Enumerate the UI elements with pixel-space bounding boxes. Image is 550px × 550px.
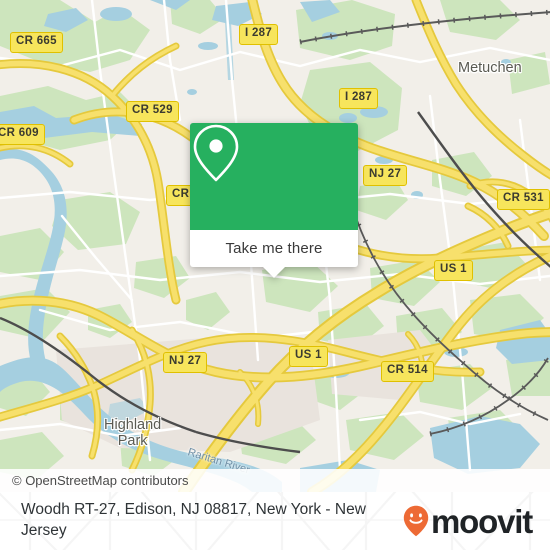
road-shield-nj27-b: NJ 27 — [163, 352, 208, 373]
road-shield-i287-a: I 287 — [239, 24, 279, 45]
road-shield-us1-b: US 1 — [289, 346, 328, 367]
road-shield-i287-b: I 287 — [339, 88, 379, 109]
moovit-location-card: CR 665 I 287 CR 529 I 287 CR 609 CR 8 NJ… — [0, 0, 550, 550]
map-canvas[interactable]: CR 665 I 287 CR 529 I 287 CR 609 CR 8 NJ… — [0, 0, 550, 492]
place-label-metuchen: Metuchen — [458, 60, 522, 76]
popup-tail-arrow — [263, 267, 285, 278]
take-me-there-button[interactable]: Take me there — [226, 240, 323, 257]
popup-action-bar[interactable]: Take me there — [190, 230, 358, 267]
road-shield-cr665-a: CR 665 — [10, 32, 63, 53]
map-attribution[interactable]: © OpenStreetMap contributors — [0, 469, 550, 492]
road-shield-cr609: CR 609 — [0, 124, 45, 145]
road-shield-cr531: CR 531 — [497, 189, 550, 210]
moovit-logo[interactable]: moovit — [403, 505, 538, 538]
moovit-wordmark: moovit — [431, 502, 533, 540]
popup-header — [190, 123, 358, 230]
place-label-highland-park: Highland Park — [104, 417, 162, 450]
location-title: Woodh RT-27, Edison, NJ 08817, New York … — [21, 501, 366, 539]
moovit-pin-smiley-icon — [403, 505, 429, 537]
map-pin-icon — [193, 124, 239, 182]
footer-bar: Woodh RT-27, Edison, NJ 08817, New York … — [0, 492, 550, 550]
road-shield-cr514: CR 514 — [381, 361, 434, 382]
road-shield-us1-a: US 1 — [434, 260, 473, 281]
location-popup[interactable]: Take me there — [190, 123, 358, 278]
road-shield-cr529: CR 529 — [126, 101, 179, 122]
road-shield-nj27-a: NJ 27 — [363, 165, 408, 186]
